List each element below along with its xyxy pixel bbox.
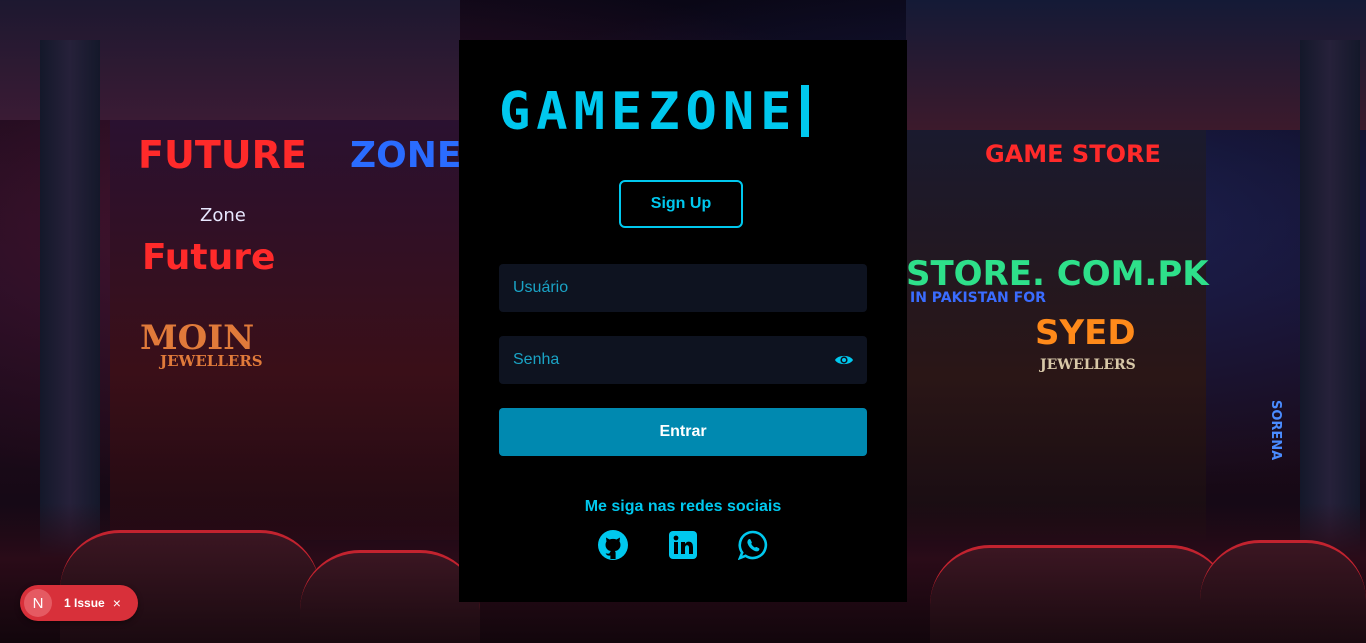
logo: GAMEZONE [499,82,867,142]
linkedin-link[interactable] [666,530,700,564]
background-car [1200,540,1366,643]
username-field[interactable] [499,264,867,312]
sign-zone-small: Zone [200,205,246,226]
sign-future-top: FUTURE [138,133,307,177]
username-input[interactable] [511,278,855,298]
issue-badge[interactable]: N 1 Issue × [20,585,138,621]
sign-in-pakistan: IN PAKISTAN FOR [910,290,1046,306]
social-heading: Me siga nas redes sociais [584,498,782,515]
linkedin-icon [668,530,698,565]
background-car [300,550,480,643]
whatsapp-link[interactable] [736,530,770,564]
sign-game-store: GAME STORE [985,140,1161,168]
close-icon[interactable]: × [113,595,121,611]
password-field[interactable] [499,336,867,384]
whatsapp-icon [737,530,768,565]
background-ceiling-right [906,0,1366,130]
github-link[interactable] [596,529,630,566]
login-button[interactable]: Entrar [499,408,867,456]
typing-cursor [801,85,810,137]
sign-sorena: SORENA [1268,400,1283,461]
issue-count-label: 1 Issue [64,596,105,610]
sign-syed-jewellers: JEWELLERS [1040,357,1136,373]
sign-up-button[interactable]: Sign Up [619,180,743,228]
eye-icon[interactable] [833,349,855,371]
background-car [930,545,1230,643]
sign-zone-top: ZONE [350,135,462,176]
sign-future-mid: Future [142,237,276,278]
background-pillar [40,40,100,560]
logo-text: GAMEZONE [499,82,798,142]
background-pillar [1300,40,1360,560]
sign-syed: SYED [1035,313,1136,353]
login-card: GAMEZONE Sign Up Entrar Me siga nas rede… [459,40,907,602]
password-input[interactable] [511,350,833,370]
issue-avatar: N [24,589,52,617]
sign-store-com-pk: STORE. COM.PK [906,254,1209,294]
sign-moin-jewellers: JEWELLERS [160,352,263,370]
github-icon [597,529,629,566]
